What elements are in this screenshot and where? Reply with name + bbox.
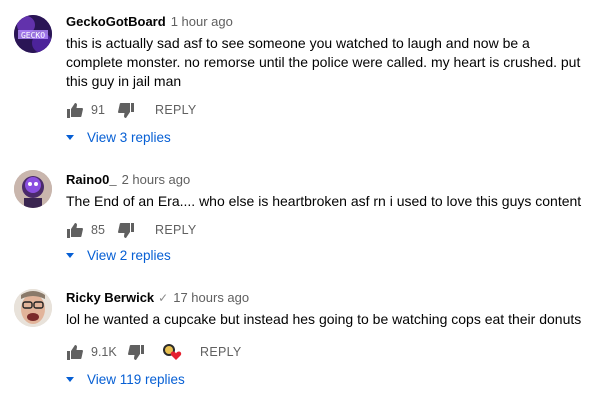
svg-text:GECKO: GECKO	[21, 31, 45, 40]
comment-time[interactable]: 2 hours ago	[122, 172, 191, 187]
like-count: 85	[91, 223, 105, 237]
comment-author[interactable]: GeckoGotBoard	[66, 14, 166, 29]
like-button[interactable]: 85	[67, 220, 105, 240]
verified-check-icon: ✓	[158, 291, 169, 305]
caret-down-icon	[66, 135, 74, 140]
avatar[interactable]	[14, 289, 52, 327]
reply-button[interactable]: REPLY	[155, 100, 197, 120]
reply-button[interactable]: REPLY	[200, 342, 242, 362]
like-button[interactable]: 91	[67, 100, 105, 120]
thumbs-up-icon	[67, 222, 83, 238]
avatar[interactable]	[14, 170, 52, 208]
view-replies-button[interactable]: View 2 replies	[66, 248, 171, 263]
reply-button[interactable]: REPLY	[155, 220, 197, 240]
view-replies-label: View 3 replies	[87, 130, 171, 145]
dislike-button[interactable]	[128, 342, 144, 362]
like-count: 91	[91, 103, 105, 117]
caret-down-icon	[66, 377, 74, 382]
comment-author[interactable]: Ricky Berwick	[66, 290, 154, 305]
view-replies-button[interactable]: View 119 replies	[66, 372, 185, 387]
comment-time[interactable]: 1 hour ago	[171, 14, 233, 29]
thumbs-down-icon	[128, 344, 144, 360]
comment-text: The End of an Era.... who else is heartb…	[66, 193, 582, 209]
comment-time[interactable]: 17 hours ago	[173, 290, 249, 305]
thumbs-down-icon	[118, 222, 134, 238]
comment-author[interactable]: Raino0_	[66, 172, 117, 187]
creator-heart-icon	[162, 342, 182, 362]
thumbs-up-icon	[67, 102, 83, 118]
caret-down-icon	[66, 253, 74, 258]
dislike-button[interactable]	[118, 100, 134, 120]
comment-text: lol he wanted a cupcake but instead hes …	[66, 311, 582, 327]
like-count: 9.1K	[91, 345, 117, 359]
comment-text: this is actually sad asf to see someone …	[66, 35, 581, 89]
like-button[interactable]: 9.1K	[67, 342, 117, 362]
thumbs-down-icon	[118, 102, 134, 118]
view-replies-label: View 2 replies	[87, 248, 171, 263]
view-replies-button[interactable]: View 3 replies	[66, 130, 171, 145]
dislike-button[interactable]	[118, 220, 134, 240]
thumbs-up-icon	[67, 344, 83, 360]
view-replies-label: View 119 replies	[87, 372, 185, 387]
avatar[interactable]: GECKO	[14, 15, 52, 53]
